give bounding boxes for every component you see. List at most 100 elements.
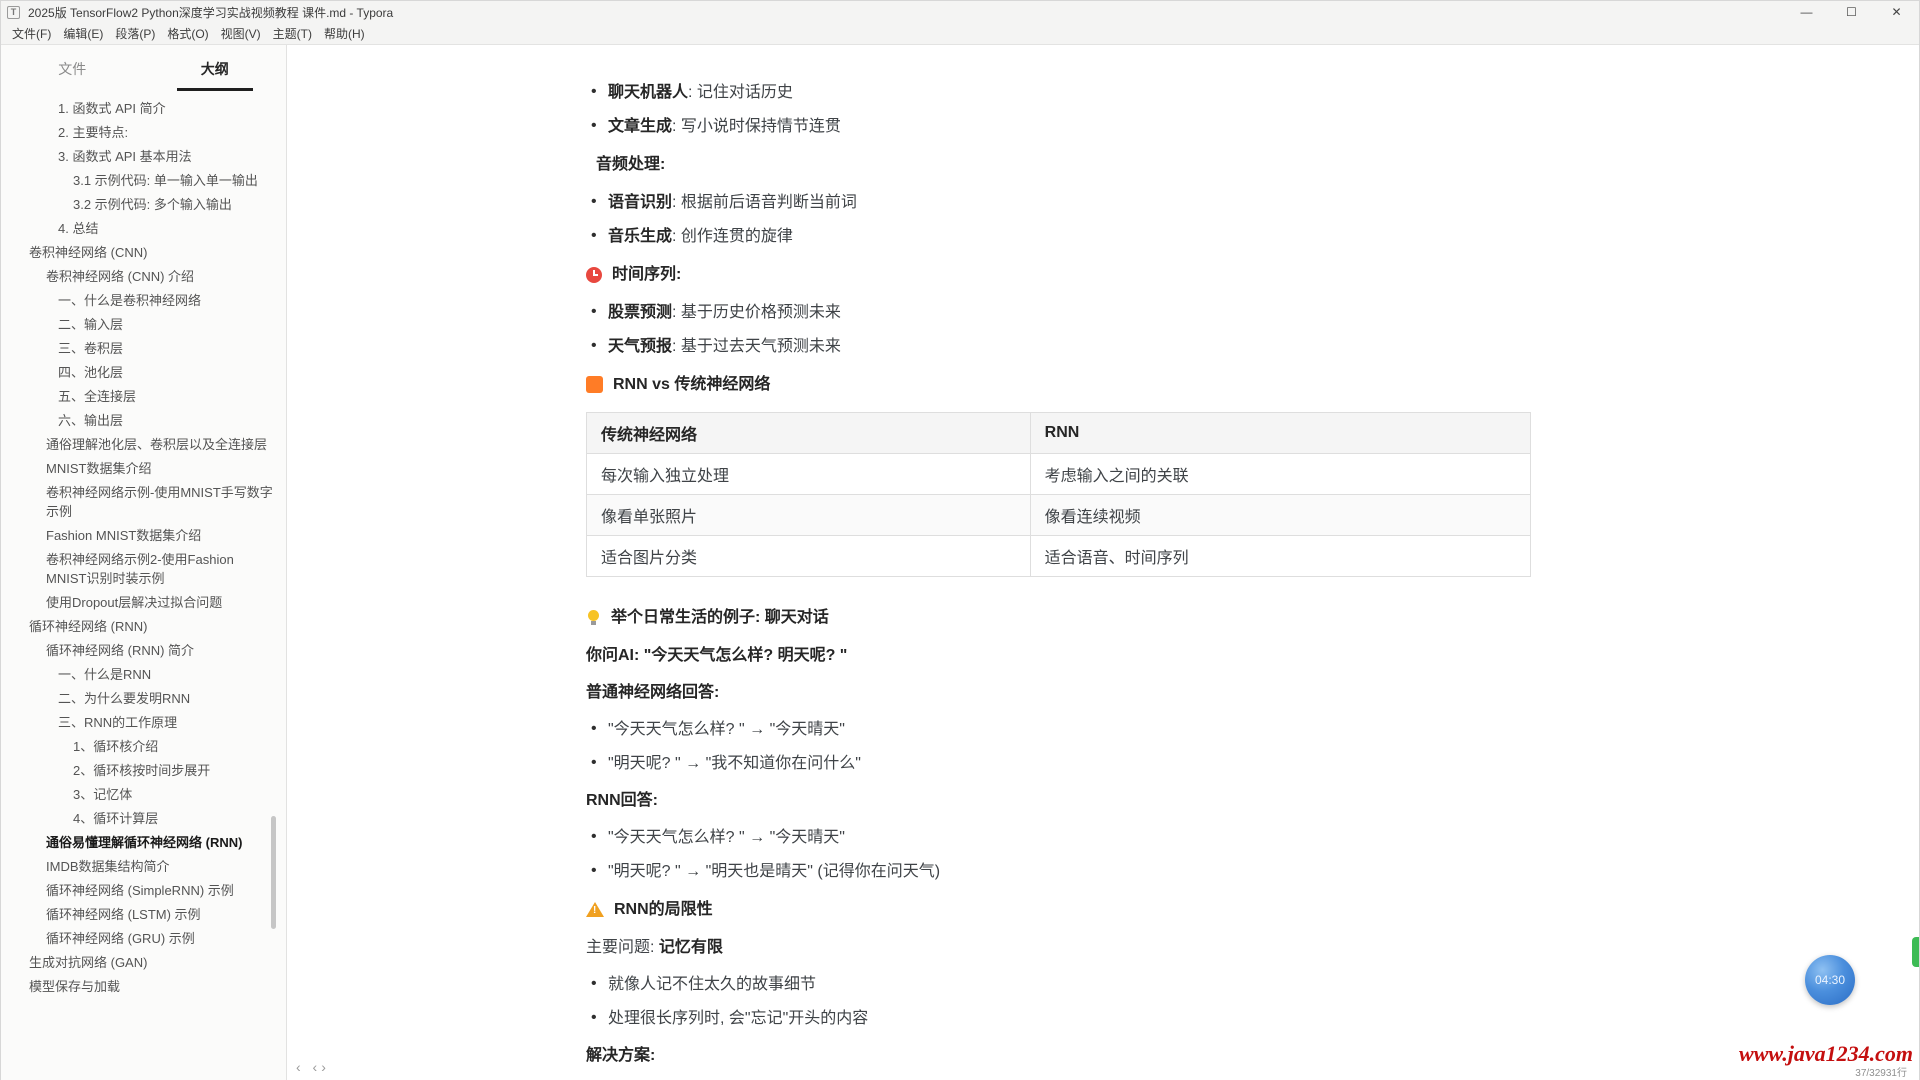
doc-heading[interactable]: 时间序列: <box>586 264 1531 285</box>
table-header-cell[interactable]: 传统神经网络 <box>587 413 1031 454</box>
bullet-label: 聊天机器人 <box>608 84 688 101</box>
outline-item[interactable]: 三、RNN的工作原理 <box>1 713 286 732</box>
outline-item[interactable]: MNIST数据集介绍 <box>1 459 286 478</box>
text-run: 解决方案: <box>586 1047 655 1064</box>
outline-item[interactable]: Fashion MNIST数据集介绍 <box>1 526 286 545</box>
outline-item[interactable]: 使用Dropout层解决过拟合问题 <box>1 593 286 612</box>
text-run: 你问AI: "今天天气怎么样? 明天呢? " <box>586 647 847 664</box>
menu-item-5[interactable]: 主题(T) <box>267 23 318 45</box>
table-cell[interactable]: 像看单张照片 <box>587 495 1031 536</box>
outline-item[interactable]: 卷积神经网络 (CNN) <box>1 243 286 262</box>
maximize-button[interactable]: ☐ <box>1829 1 1874 23</box>
watermark: www.java1234.com <box>1739 1041 1913 1067</box>
doc-heading[interactable]: 举个日常生活的例子: 聊天对话 <box>586 607 1531 628</box>
recording-timer-bubble[interactable]: 04:30 <box>1805 955 1855 1005</box>
outline-item[interactable]: 4、循环计算层 <box>1 809 286 828</box>
outline-item[interactable]: 通俗易懂理解循环神经网络 (RNN) <box>1 833 286 852</box>
close-button[interactable]: ✕ <box>1874 1 1919 23</box>
outline-item[interactable]: 一、什么是卷积神经网络 <box>1 291 286 310</box>
doc-heading[interactable]: RNN的局限性 <box>586 899 1531 920</box>
table-cell[interactable]: 像看连续视频 <box>1030 495 1530 536</box>
table-row: 适合图片分类适合语音、时间序列 <box>587 536 1531 577</box>
text-run: 记忆有限 <box>659 939 723 956</box>
doc-bullet[interactable]: "明天呢? " → "明天也是晴天" (记得你在问天气) <box>586 861 1531 882</box>
outline-item[interactable]: 五、全连接层 <box>1 387 286 406</box>
doc-paragraph[interactable]: 解决方案: <box>586 1045 1531 1066</box>
sidebar-tabs: 文件大纲 <box>1 45 286 91</box>
outline-item[interactable]: 循环神经网络 (SimpleRNN) 示例 <box>1 881 286 900</box>
typora-logo-icon: T <box>7 6 20 19</box>
outline-item[interactable]: 2. 主要特点: <box>1 123 286 142</box>
doc-bullet[interactable]: 就像人记不住太久的故事细节 <box>586 974 1531 995</box>
bullet-label: 股票预测 <box>608 304 672 321</box>
heading-text: RNN的局限性 <box>614 899 713 920</box>
sidebar-tab-files[interactable]: 文件 <box>1 59 144 91</box>
footer-toggle-icons[interactable]: ‹ ‹› <box>296 1059 330 1075</box>
minimize-button[interactable]: — <box>1784 1 1829 23</box>
outline-item[interactable]: 循环神经网络 (LSTM) 示例 <box>1 905 286 924</box>
outline-item[interactable]: 3. 函数式 API 基本用法 <box>1 147 286 166</box>
heading-text: RNN vs 传统神经网络 <box>613 374 770 395</box>
table-cell[interactable]: 每次输入独立处理 <box>587 454 1031 495</box>
doc-bullet[interactable]: "今天天气怎么样? " → "今天晴天" <box>586 827 1531 848</box>
outline-item[interactable]: 1、循环核介绍 <box>1 737 286 756</box>
doc-bullet[interactable]: 文章生成: 写小说时保持情节连贯 <box>586 116 1531 137</box>
menu-item-6[interactable]: 帮助(H) <box>318 23 371 45</box>
outline-item[interactable]: 二、为什么要发明RNN <box>1 689 286 708</box>
outline-item[interactable]: 卷积神经网络示例-使用MNIST手写数字示例 <box>1 483 286 521</box>
outline-item[interactable]: 3.1 示例代码: 单一输入单一输出 <box>1 171 286 190</box>
outline-item[interactable]: 3.2 示例代码: 多个输入输出 <box>1 195 286 214</box>
text-run: 主要问题: <box>586 939 659 956</box>
outline-item[interactable]: 循环神经网络 (GRU) 示例 <box>1 929 286 948</box>
doc-heading[interactable]: 音频处理: <box>586 154 1531 175</box>
menu-item-0[interactable]: 文件(F) <box>6 23 57 45</box>
outline-item[interactable]: 生成对抗网络 (GAN) <box>1 953 286 972</box>
menu-item-4[interactable]: 视图(V) <box>215 23 267 45</box>
menu-item-1[interactable]: 编辑(E) <box>57 23 109 45</box>
outline-item[interactable]: 通俗理解池化层、卷积层以及全连接层 <box>1 435 286 454</box>
outline-item[interactable]: 循环神经网络 (RNN) 简介 <box>1 641 286 660</box>
doc-bullet[interactable]: 音乐生成: 创作连贯的旋律 <box>586 226 1531 247</box>
doc-table[interactable]: 传统神经网络RNN每次输入独立处理考虑输入之间的关联像看单张照片像看连续视频适合… <box>586 412 1531 577</box>
outline-item[interactable]: 卷积神经网络 (CNN) 介绍 <box>1 267 286 286</box>
outline-item[interactable]: 二、输入层 <box>1 315 286 334</box>
sidebar-scrollbar[interactable] <box>271 816 276 929</box>
doc-bullet[interactable]: 天气预报: 基于过去天气预测未来 <box>586 336 1531 357</box>
outline-item[interactable]: 六、输出层 <box>1 411 286 430</box>
sidebar-tab-outline[interactable]: 大纲 <box>144 59 287 91</box>
outline-item[interactable]: 模型保存与加载 <box>1 977 286 996</box>
doc-bullet[interactable]: 股票预测: 基于历史价格预测未来 <box>586 302 1531 323</box>
table-cell[interactable]: 适合图片分类 <box>587 536 1031 577</box>
doc-paragraph[interactable]: 你问AI: "今天天气怎么样? 明天呢? " <box>586 645 1531 666</box>
menubar: 文件(F)编辑(E)段落(P)格式(O)视图(V)主题(T)帮助(H) <box>1 23 1919 45</box>
doc-bullet[interactable]: 聊天机器人: 记住对话历史 <box>586 82 1531 103</box>
outline-item[interactable]: 循环神经网络 (RNN) <box>1 617 286 636</box>
menu-item-2[interactable]: 段落(P) <box>109 23 161 45</box>
heading-text: 举个日常生活的例子: 聊天对话 <box>611 607 829 628</box>
table-cell[interactable]: 适合语音、时间序列 <box>1030 536 1530 577</box>
doc-bullet[interactable]: 语音识别: 根据前后语音判断当前词 <box>586 192 1531 213</box>
bullet-label: 音乐生成 <box>608 228 672 245</box>
outline-item[interactable]: 2、循环核按时间步展开 <box>1 761 286 780</box>
menu-item-3[interactable]: 格式(O) <box>161 23 214 45</box>
doc-heading[interactable]: RNN vs 传统神经网络 <box>586 374 1531 395</box>
doc-bullet[interactable]: 处理很长序列时, 会"忘记"开头的内容 <box>586 1008 1531 1029</box>
table-header-cell[interactable]: RNN <box>1030 413 1530 454</box>
doc-paragraph[interactable]: RNN回答: <box>586 790 1531 811</box>
side-green-tab[interactable] <box>1912 937 1919 967</box>
outline-item[interactable]: IMDB数据集结构简介 <box>1 857 286 876</box>
outline-item[interactable]: 一、什么是RNN <box>1 665 286 684</box>
outline-item[interactable]: 4. 总结 <box>1 219 286 238</box>
doc-paragraph[interactable]: 主要问题: 记忆有限 <box>586 937 1531 958</box>
outline-item[interactable]: 卷积神经网络示例2-使用Fashion MNIST识别时装示例 <box>1 550 286 588</box>
sidebar: 文件大纲 1. 函数式 API 简介 2. 主要特点: 3. 函数式 API 基本用… <box>1 45 287 1080</box>
outline-item[interactable]: 四、池化层 <box>1 363 286 382</box>
table-cell[interactable]: 考虑输入之间的关联 <box>1030 454 1530 495</box>
outline-item[interactable]: 1. 函数式 API 简介 <box>1 99 286 118</box>
bullet-label: 文章生成 <box>608 118 672 135</box>
doc-bullet[interactable]: "今天天气怎么样? " → "今天晴天" <box>586 719 1531 740</box>
outline-item[interactable]: 3、记忆体 <box>1 785 286 804</box>
doc-bullet[interactable]: "明天呢? " → "我不知道你在问什么" <box>586 753 1531 774</box>
outline-item[interactable]: 三、卷积层 <box>1 339 286 358</box>
doc-paragraph[interactable]: 普通神经网络回答: <box>586 682 1531 703</box>
